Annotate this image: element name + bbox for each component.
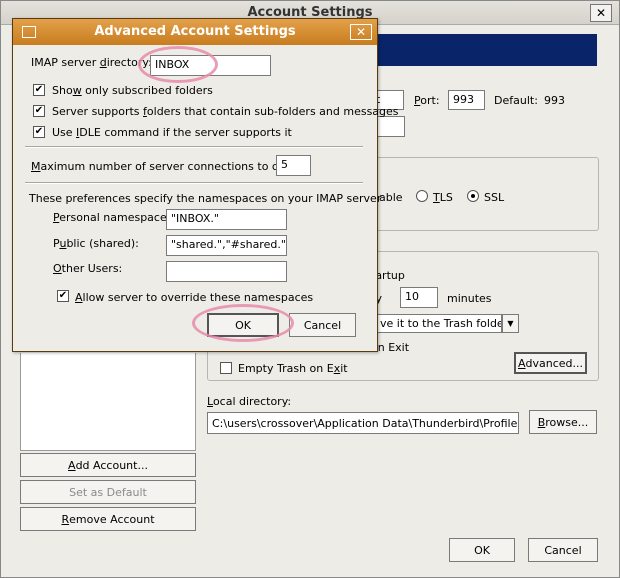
override-namespaces-checkbox[interactable]: ✔ <box>57 290 69 302</box>
show-subscribed-label: Show only subscribed folders <box>52 84 213 97</box>
local-directory-label: Local directory: <box>207 395 292 408</box>
empty-trash-checkbox[interactable] <box>220 362 232 374</box>
tls-radio[interactable] <box>416 190 428 202</box>
dialog-close-icon[interactable]: ✕ <box>350 24 372 40</box>
tls-label: TLS <box>433 191 453 204</box>
empty-trash-label: Empty Trash on Exit <box>238 362 348 375</box>
remove-account-button[interactable]: Remove Account <box>20 507 196 531</box>
public-namespace-label: Public (shared): <box>53 237 139 250</box>
idle-checkbox[interactable]: ✔ <box>33 126 45 138</box>
dialog-title: Advanced Account Settings <box>94 24 296 39</box>
port-field[interactable]: 993 <box>448 90 485 110</box>
delete-action-select[interactable]: ve it to the Trash folder <box>371 314 502 333</box>
max-connections-label: Maximum number of server connections to … <box>31 160 305 173</box>
dialog-titlebar[interactable]: Advanced Account Settings ✕ <box>13 19 377 45</box>
main-close-icon[interactable]: ✕ <box>590 4 612 22</box>
imap-directory-field[interactable]: INBOX <box>150 55 271 76</box>
main-ok-button[interactable]: OK <box>449 538 515 562</box>
default-port-label: Default: <box>494 94 538 107</box>
show-subscribed-checkbox[interactable]: ✔ <box>33 84 45 96</box>
browse-button[interactable]: Browse... <box>529 410 597 434</box>
local-directory-field[interactable]: C:\users\crossover\Application Data\Thun… <box>207 412 519 434</box>
subfolders-label: Server supports folders that contain sub… <box>52 105 399 118</box>
namespace-intro-text: These preferences specify the namespaces… <box>29 192 382 205</box>
check-interval-field[interactable]: 10 <box>400 287 438 308</box>
security-partial-label: able <box>379 191 403 204</box>
separator <box>25 146 363 148</box>
account-header-banner <box>371 34 597 66</box>
ssl-radio[interactable] <box>467 190 479 202</box>
imap-directory-label: IMAP server directory: <box>31 56 152 69</box>
minutes-label: minutes <box>447 292 492 305</box>
override-namespaces-label: Allow server to override these namespace… <box>75 291 314 304</box>
separator <box>25 182 363 184</box>
dialog-ok-button[interactable]: OK <box>207 313 279 337</box>
ssl-label: SSL <box>484 191 505 204</box>
account-tree-list[interactable] <box>20 353 196 451</box>
main-cancel-button[interactable]: Cancel <box>528 538 598 562</box>
advanced-account-settings-dialog: Advanced Account Settings ✕ IMAP server … <box>12 18 399 352</box>
other-users-field[interactable] <box>166 261 287 282</box>
add-account-button[interactable]: Add Account... <box>20 453 196 477</box>
public-namespace-field[interactable]: "shared.","#shared." <box>166 235 287 256</box>
personal-namespace-field[interactable]: "INBOX." <box>166 209 287 230</box>
subfolders-checkbox[interactable]: ✔ <box>33 105 45 117</box>
set-default-button[interactable]: Set as Default <box>20 480 196 504</box>
dialog-cancel-button[interactable]: Cancel <box>289 313 356 337</box>
personal-namespace-label: Personal namespace: <box>53 211 171 224</box>
max-connections-field[interactable]: 5 <box>276 155 311 176</box>
idle-label: Use IDLE command if the server supports … <box>52 126 292 139</box>
port-label: Port: <box>414 94 440 107</box>
default-port-value: 993 <box>544 94 565 107</box>
advanced-button[interactable]: Advanced... <box>514 352 587 374</box>
chevron-down-icon[interactable]: ▼ <box>502 314 519 333</box>
other-users-label: Other Users: <box>53 262 123 275</box>
